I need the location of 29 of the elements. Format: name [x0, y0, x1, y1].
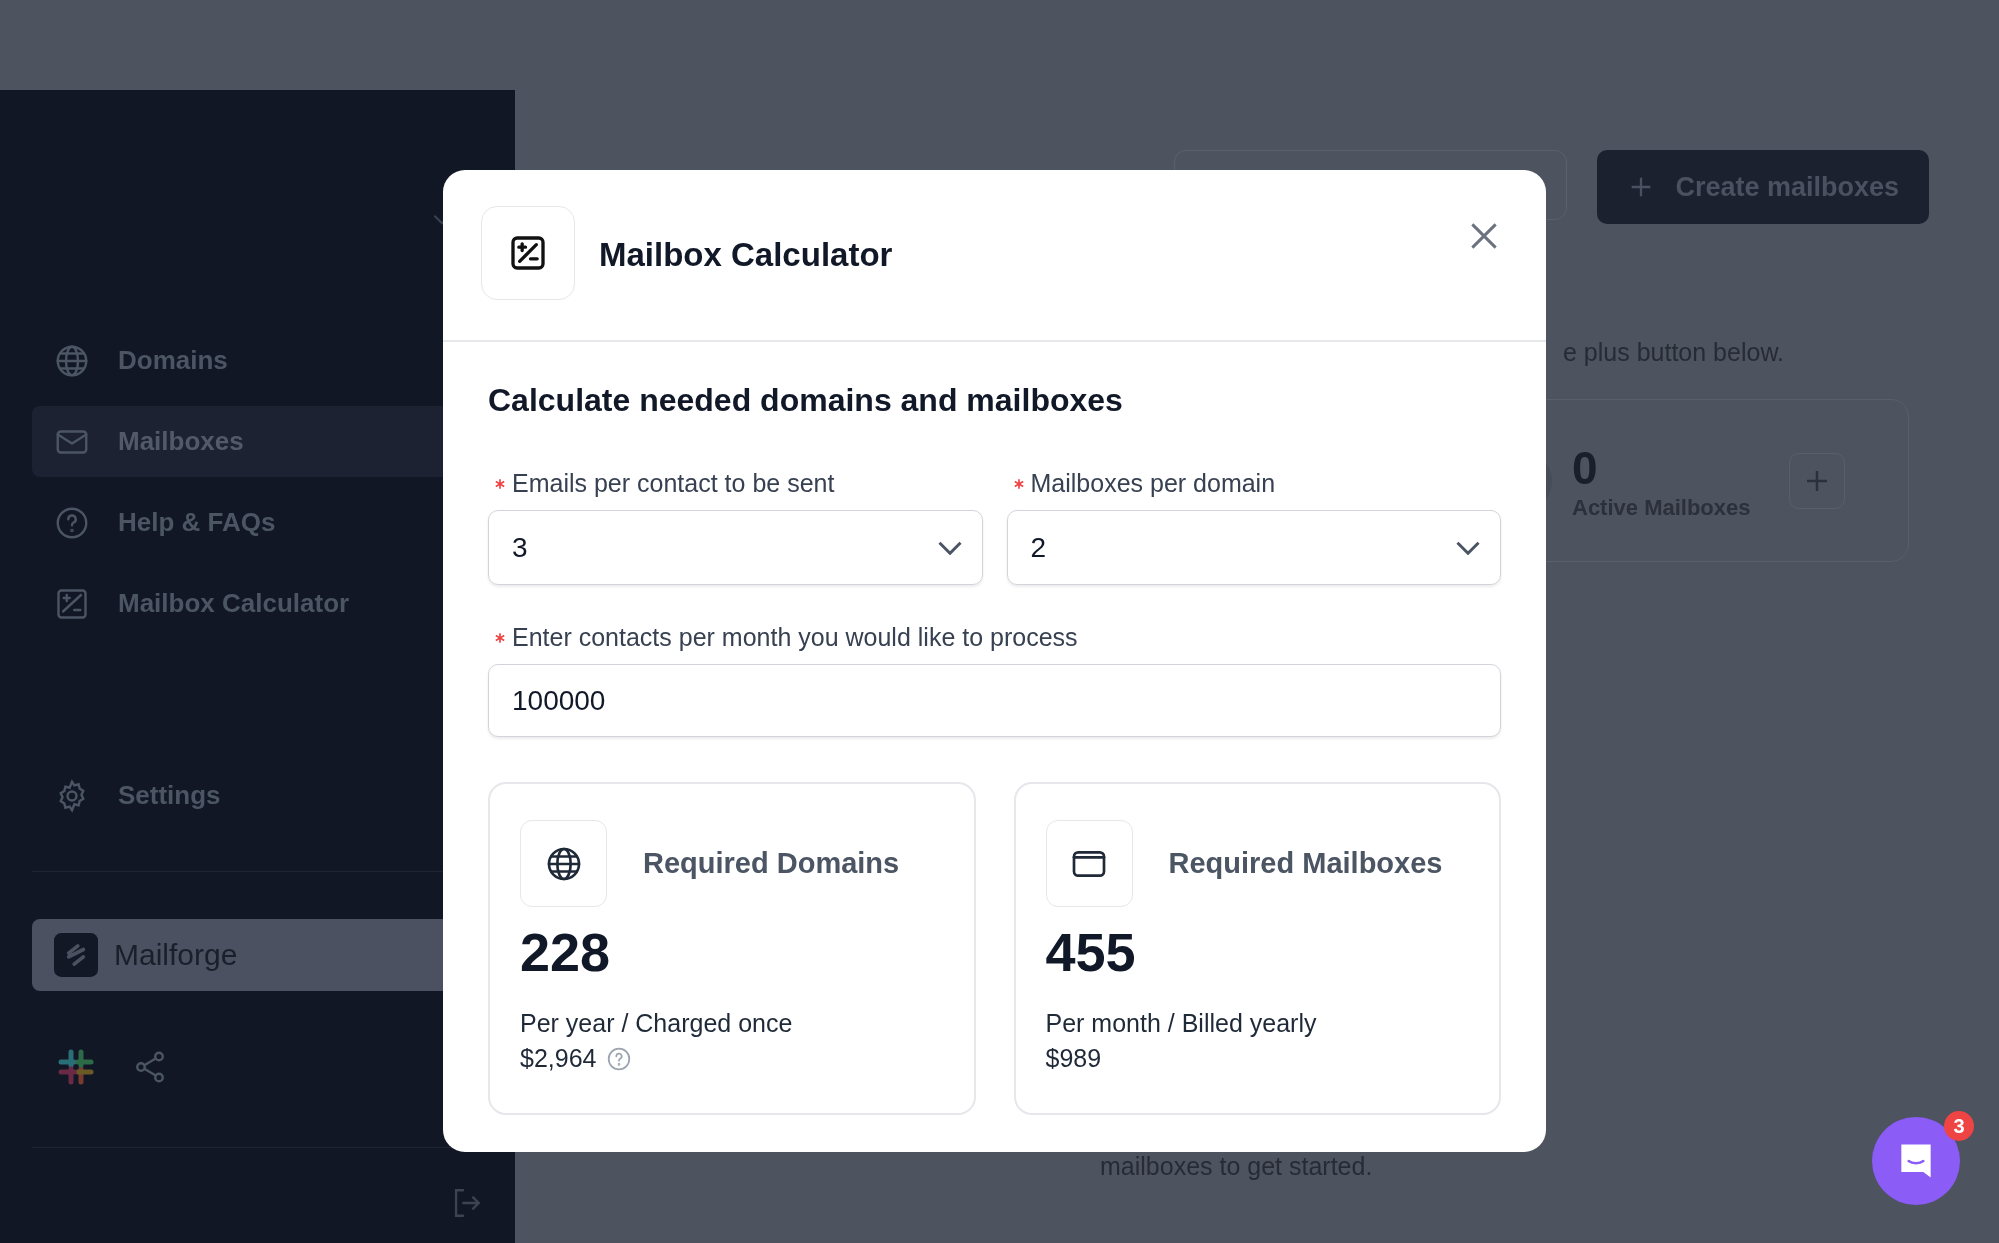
- sidebar-item[interactable]: Mailbox Calculator: [32, 568, 483, 639]
- chevron-icon: [937, 540, 962, 555]
- result-note: Per year / Charged once: [520, 1009, 794, 1038]
- dialog-title: Mailbox Calculator: [599, 236, 893, 274]
- dropdown[interactable]: 2: [1006, 510, 1501, 585]
- globe-icon: [520, 820, 607, 907]
- sidebar-item[interactable]: Help & FAQs: [32, 487, 483, 558]
- field-label: Mailboxes per domain: [1030, 469, 1276, 498]
- field-label: Emails per contact to be sent: [512, 469, 835, 498]
- result-title: Required Mailboxes: [1168, 847, 1443, 880]
- result-value: 455: [1045, 921, 1137, 983]
- calculator-icon: [508, 233, 548, 273]
- price-text: $989: [1045, 1044, 1102, 1073]
- slack-icon[interactable]: [56, 1047, 96, 1087]
- help-icon[interactable]: [606, 1045, 633, 1072]
- field-label: Enter contacts per month you would like to process: [512, 623, 1078, 652]
- chevron-icon: [1456, 540, 1480, 555]
- result-title: Required Domains: [643, 847, 900, 880]
- sidebar-item[interactable]: Settings: [32, 760, 483, 831]
- dropdown[interactable]: 3: [488, 510, 983, 585]
- price-text: $2,964: [520, 1044, 597, 1073]
- sidebar-item[interactable]: Domains: [32, 325, 483, 396]
- add-button[interactable]: [1788, 452, 1845, 509]
- result-note: Per month / Billed yearly: [1045, 1009, 1318, 1038]
- section-heading: Calculate needed domains and mailboxes: [488, 382, 1124, 419]
- logo-icon: [54, 933, 98, 977]
- notification-badge: 3: [1944, 1111, 1974, 1141]
- contacts-input[interactable]: 100000: [488, 664, 1501, 737]
- result-value: 228: [520, 921, 612, 983]
